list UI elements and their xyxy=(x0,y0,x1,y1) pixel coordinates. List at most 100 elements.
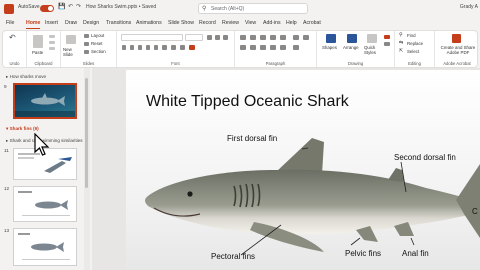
replace-label[interactable]: Replace xyxy=(407,41,423,46)
label-anal-fin[interactable]: Anal fin xyxy=(402,249,429,258)
highlight-icon[interactable] xyxy=(180,45,185,50)
slide-thumbnail-9[interactable] xyxy=(13,83,77,119)
group-clipboard: Paste Clipboard xyxy=(27,31,61,67)
section-shark-fins[interactable]: ▾ Shark fins (9) xyxy=(6,126,39,132)
shapes-label[interactable]: Shapes xyxy=(322,45,337,50)
slide-number: 13 xyxy=(4,228,10,233)
group-drawing: Shapes Arrange Quick Styles Drawing xyxy=(317,31,395,67)
label-second-dorsal-fin[interactable]: Second dorsal fin xyxy=(394,153,456,162)
tab-design[interactable]: Design xyxy=(83,20,99,26)
format-painter-icon[interactable] xyxy=(49,47,55,50)
label-pelvic-fins[interactable]: Pelvic fins xyxy=(345,249,381,258)
group-adobe-label: Adobe Acrobat xyxy=(443,61,471,66)
reset-label[interactable]: Reset xyxy=(91,41,102,46)
align-center-icon[interactable] xyxy=(250,45,256,50)
quick-styles-label[interactable]: Quick Styles xyxy=(364,45,382,55)
arrange-label[interactable]: Arrange xyxy=(343,45,359,50)
undo-icon[interactable]: ↶ xyxy=(9,33,16,42)
shadow-icon[interactable] xyxy=(154,45,158,50)
reset-icon[interactable] xyxy=(84,42,89,46)
columns-icon[interactable] xyxy=(280,45,286,50)
tab-file[interactable]: File xyxy=(6,20,14,26)
underline-icon[interactable] xyxy=(138,45,142,50)
numbering-icon[interactable] xyxy=(250,35,256,40)
font-family-select[interactable] xyxy=(121,34,183,41)
tab-help[interactable]: Help xyxy=(286,20,297,26)
tab-draw[interactable]: Draw xyxy=(65,20,77,26)
font-color-icon[interactable] xyxy=(189,45,195,50)
bold-icon[interactable] xyxy=(122,45,126,50)
smartart-icon[interactable] xyxy=(293,45,299,50)
align-text-icon[interactable] xyxy=(303,35,309,40)
shape-fill-icon[interactable] xyxy=(384,35,390,39)
paste-label: Paste xyxy=(32,50,44,55)
italic-icon[interactable] xyxy=(130,45,134,50)
tab-home[interactable]: Home xyxy=(26,20,41,29)
slide-thumbnail-13[interactable] xyxy=(13,228,77,266)
replace-icon[interactable]: ⇆ xyxy=(399,40,403,46)
new-slide-icon[interactable] xyxy=(66,35,76,44)
layout-icon[interactable] xyxy=(84,34,89,38)
autosave-toggle[interactable] xyxy=(40,5,54,12)
search-box[interactable]: ⚲ Search (Alt+Q) xyxy=(198,3,308,14)
shape-outline-icon[interactable] xyxy=(384,42,390,46)
font-size-select[interactable] xyxy=(185,34,203,41)
undo-quick-icon[interactable]: ↶ xyxy=(68,3,73,10)
align-right-icon[interactable] xyxy=(260,45,266,50)
slide-thumbnail-12[interactable] xyxy=(13,186,77,222)
increase-indent-icon[interactable] xyxy=(270,35,276,40)
find-label[interactable]: Find xyxy=(407,33,416,38)
tab-transitions[interactable]: Transitions xyxy=(106,20,131,26)
find-icon[interactable]: ⚲ xyxy=(399,32,403,38)
layout-label[interactable]: Layout xyxy=(91,33,104,38)
group-paragraph: Paragraph xyxy=(235,31,317,67)
select-icon[interactable]: ⇱ xyxy=(399,48,403,54)
tab-review[interactable]: Review xyxy=(222,20,239,26)
line-spacing-icon[interactable] xyxy=(280,35,286,40)
bullets-icon[interactable] xyxy=(240,35,246,40)
align-left-icon[interactable] xyxy=(240,45,246,50)
title-bar: AutoSave 💾 ↶ ↷ How Sharks Swim.pptx • Sa… xyxy=(0,0,480,18)
decrease-indent-icon[interactable] xyxy=(260,35,266,40)
redo-quick-icon[interactable]: ↷ xyxy=(76,3,81,10)
label-pectoral-fins[interactable]: Pectoral fins xyxy=(211,252,255,261)
create-share-pdf-label[interactable]: Create and Share Adobe PDF xyxy=(437,45,479,55)
copy-icon[interactable] xyxy=(49,41,55,44)
increase-font-icon[interactable] xyxy=(207,35,212,40)
section-icon[interactable] xyxy=(84,50,89,54)
cut-icon[interactable] xyxy=(49,35,55,38)
decrease-font-icon[interactable] xyxy=(215,35,220,40)
strikethrough-icon[interactable] xyxy=(146,45,150,50)
shapes-icon[interactable] xyxy=(326,34,336,43)
tab-acrobat[interactable]: Acrobat xyxy=(303,20,321,26)
search-placeholder: Search (Alt+Q) xyxy=(211,6,245,12)
save-icon[interactable]: 💾 xyxy=(58,3,65,10)
tab-insert[interactable]: Insert xyxy=(45,20,58,26)
adobe-pdf-icon[interactable] xyxy=(452,34,461,43)
change-case-icon[interactable] xyxy=(171,45,176,50)
tab-animations[interactable]: Animations xyxy=(136,20,162,26)
thumbnail-scrollbar-thumb[interactable] xyxy=(85,78,88,188)
file-name[interactable]: How Sharks Swim.pptx • Saved xyxy=(86,4,156,10)
tab-record[interactable]: Record xyxy=(199,20,216,26)
clear-formatting-icon[interactable] xyxy=(223,35,228,40)
group-editing-label: Editing xyxy=(408,61,421,66)
tab-view[interactable]: View xyxy=(245,20,256,26)
arrange-icon[interactable] xyxy=(347,34,357,43)
section-how-sharks-move[interactable]: ▸ How sharks move xyxy=(6,74,46,80)
select-label[interactable]: Select xyxy=(407,49,419,54)
section-label[interactable]: Section xyxy=(91,49,106,54)
char-spacing-icon[interactable] xyxy=(162,45,167,50)
tab-add-ins[interactable]: Add-ins xyxy=(263,20,281,26)
label-caudal-fin-partial[interactable]: C xyxy=(472,207,478,216)
mouse-pointer-icon xyxy=(34,133,50,156)
label-first-dorsal-fin[interactable]: First dorsal fin xyxy=(227,134,277,143)
justify-icon[interactable] xyxy=(270,45,276,50)
user-name[interactable]: Grady A xyxy=(460,4,478,10)
tab-slide-show[interactable]: Slide Show xyxy=(168,20,194,26)
section-shark-fins-label: Shark fins (9) xyxy=(9,126,39,131)
text-direction-icon[interactable] xyxy=(293,35,299,40)
quick-styles-icon[interactable] xyxy=(367,34,377,43)
group-font-label: Font xyxy=(171,61,180,66)
paste-icon[interactable] xyxy=(33,35,43,48)
